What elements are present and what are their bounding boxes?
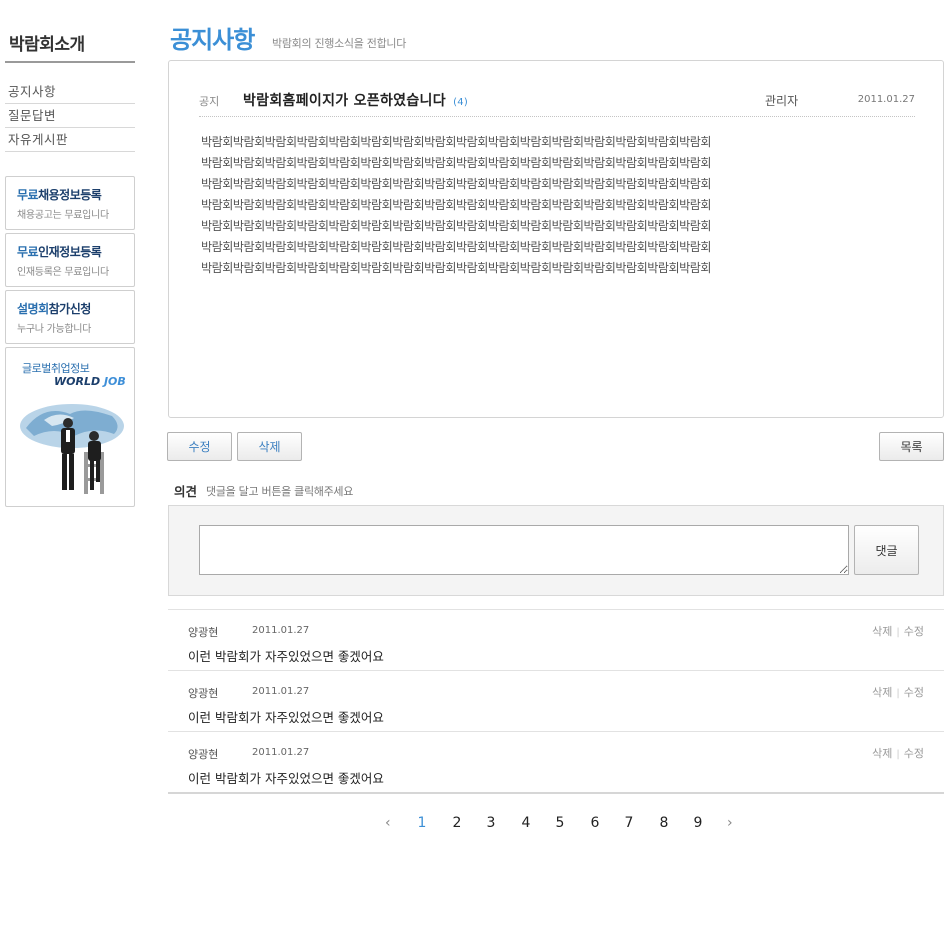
comment-actions: 삭제 | 수정 <box>872 623 924 639</box>
promo-title-b: 채용정보등록 <box>38 188 102 202</box>
banner-text: 글로벌취업정보 <box>22 362 90 375</box>
post-author: 관리자 <box>765 94 799 108</box>
next-page-icon[interactable]: › <box>727 815 733 831</box>
opinion-hint: 댓글을 달고 버튼을 클릭해주세요 <box>206 485 354 498</box>
prev-page-icon[interactable]: ‹ <box>385 815 391 831</box>
promo-title-b: 참가신청 <box>48 302 92 316</box>
page-link[interactable]: 5 <box>553 815 567 831</box>
post-body-line: 박람회박람회박람회박람회박람회박람회박람회박람회박람회박람회박람회박람회박람회박… <box>201 156 712 170</box>
separator: | <box>896 749 900 760</box>
promo-title: 무료채용정보등록 <box>17 186 134 203</box>
page-link[interactable]: 8 <box>657 815 671 831</box>
logo-part-b: JOB <box>103 375 126 388</box>
page-description: 박람회의 진행소식을 전합니다 <box>272 37 407 50</box>
worldjob-logo: WORLD JOB <box>54 375 126 388</box>
comment-author: 양광현 <box>188 626 219 639</box>
opinion-title: 의견 <box>174 484 198 499</box>
comment-date: 2011.01.27 <box>252 686 310 697</box>
worldjob-banner[interactable]: 글로벌취업정보 WORLD JOB <box>5 347 135 507</box>
promo-title-b: 인재정보등록 <box>38 245 102 259</box>
comment-edit-link[interactable]: 수정 <box>904 625 924 638</box>
comment-author: 양광현 <box>188 748 219 761</box>
page-link[interactable]: 7 <box>622 815 636 831</box>
comment-actions: 삭제 | 수정 <box>872 745 924 761</box>
post-header: 공지 박람회홈페이지가 오픈하였습니다 (4) 관리자 2011.01.27 <box>199 81 915 117</box>
comment-item: 양광현 2011.01.27 삭제 | 수정 이런 박람회가 자주있었으면 좋겠어요 <box>168 671 944 732</box>
promo-title-a: 무료 <box>17 188 39 202</box>
comment-form: 댓글 <box>168 505 944 596</box>
comment-item: 양광현 2011.01.27 삭제 | 수정 이런 박람회가 자주있었으면 좋겠어요 <box>168 732 944 794</box>
comment-delete-link[interactable]: 삭제 <box>872 686 892 699</box>
post-body-line: 박람회박람회박람회박람회박람회박람회박람회박람회박람회박람회박람회박람회박람회박… <box>201 240 712 254</box>
comment-delete-link[interactable]: 삭제 <box>872 747 892 760</box>
comment-item: 양광현 2011.01.27 삭제 | 수정 이런 박람회가 자주있었으면 좋겠어요 <box>168 610 944 671</box>
edit-button[interactable]: 수정 <box>167 432 232 461</box>
promo-subtitle: 채용공고는 무료입니다 <box>17 210 109 221</box>
logo-part-a: WORLD <box>54 375 104 388</box>
sidebar-item-qna[interactable]: 질문답변 <box>5 104 135 128</box>
sidebar-divider <box>5 61 135 63</box>
separator: | <box>896 688 900 699</box>
promo-subtitle: 인재등록은 무료입니다 <box>17 267 109 278</box>
post-comment-count: (4) <box>453 97 469 108</box>
comment-list: 양광현 2011.01.27 삭제 | 수정 이런 박람회가 자주있었으면 좋겠어요… <box>168 609 944 794</box>
post-subject: 박람회홈페이지가 오픈하였습니다 (4) <box>243 90 468 110</box>
post-view: 공지 박람회홈페이지가 오픈하였습니다 (4) 관리자 2011.01.27 박… <box>168 60 944 418</box>
separator: | <box>896 627 900 638</box>
comment-date: 2011.01.27 <box>252 747 310 758</box>
post-body: 박람회박람회박람회박람회박람회박람회박람회박람회박람회박람회박람회박람회박람회박… <box>201 132 921 279</box>
page-link[interactable]: 9 <box>691 815 705 831</box>
comment-edit-link[interactable]: 수정 <box>904 686 924 699</box>
page-title: 공지사항 <box>170 26 255 54</box>
comment-author: 양광현 <box>188 687 219 700</box>
comment-edit-link[interactable]: 수정 <box>904 747 924 760</box>
page-link[interactable]: 3 <box>484 815 498 831</box>
sidebar-item-free-board[interactable]: 자유게시판 <box>5 128 135 152</box>
comment-delete-link[interactable]: 삭제 <box>872 625 892 638</box>
comment-input[interactable] <box>199 525 849 575</box>
promo-title: 무료인재정보등록 <box>17 243 134 260</box>
sidebar-menu: 공지사항 질문답변 자유게시판 <box>5 80 135 152</box>
comment-text: 이런 박람회가 자주있었으면 좋겠어요 <box>188 710 384 725</box>
post-body-line: 박람회박람회박람회박람회박람회박람회박람회박람회박람회박람회박람회박람회박람회박… <box>201 261 712 275</box>
comment-text: 이런 박람회가 자주있었으면 좋겠어요 <box>188 771 384 786</box>
promo-talent-registration[interactable]: 무료인재정보등록 인재등록은 무료입니다 <box>5 233 135 287</box>
post-subject-text: 박람회홈페이지가 오픈하였습니다 <box>243 93 446 109</box>
promo-seminar-signup[interactable]: 설명회참가신청 누구나 가능합니다 <box>5 290 135 344</box>
comment-submit-button[interactable]: 댓글 <box>854 525 919 575</box>
post-body-line: 박람회박람회박람회박람회박람회박람회박람회박람회박람회박람회박람회박람회박람회박… <box>201 177 712 191</box>
post-body-line: 박람회박람회박람회박람회박람회박람회박람회박람회박람회박람회박람회박람회박람회박… <box>201 219 712 233</box>
promo-title-a: 무료 <box>17 245 39 259</box>
post-body-line: 박람회박람회박람회박람회박람회박람회박람회박람회박람회박람회박람회박람회박람회박… <box>201 198 712 212</box>
list-button[interactable]: 목록 <box>879 432 944 461</box>
page-link[interactable]: 6 <box>588 815 602 831</box>
page-link[interactable]: 2 <box>450 815 464 831</box>
sidebar-item-notice[interactable]: 공지사항 <box>5 80 135 104</box>
comment-text: 이런 박람회가 자주있었으면 좋겠어요 <box>188 649 384 664</box>
post-date: 2011.01.27 <box>857 94 915 105</box>
comment-date: 2011.01.27 <box>252 625 310 636</box>
post-category: 공지 <box>199 95 220 108</box>
business-people-illustration <box>20 404 124 494</box>
delete-button[interactable]: 삭제 <box>237 432 302 461</box>
post-body-line: 박람회박람회박람회박람회박람회박람회박람회박람회박람회박람회박람회박람회박람회박… <box>201 135 712 149</box>
sidebar-title: 박람회소개 <box>9 35 85 55</box>
page-link[interactable]: 4 <box>519 815 533 831</box>
page-link[interactable]: 1 <box>415 815 429 831</box>
promo-subtitle: 누구나 가능합니다 <box>17 324 92 335</box>
promo-title-a: 설명회 <box>17 302 49 316</box>
promo-title: 설명회참가신청 <box>17 300 134 317</box>
promo-job-posting[interactable]: 무료채용정보등록 채용공고는 무료입니다 <box>5 176 135 230</box>
comment-actions: 삭제 | 수정 <box>872 684 924 700</box>
